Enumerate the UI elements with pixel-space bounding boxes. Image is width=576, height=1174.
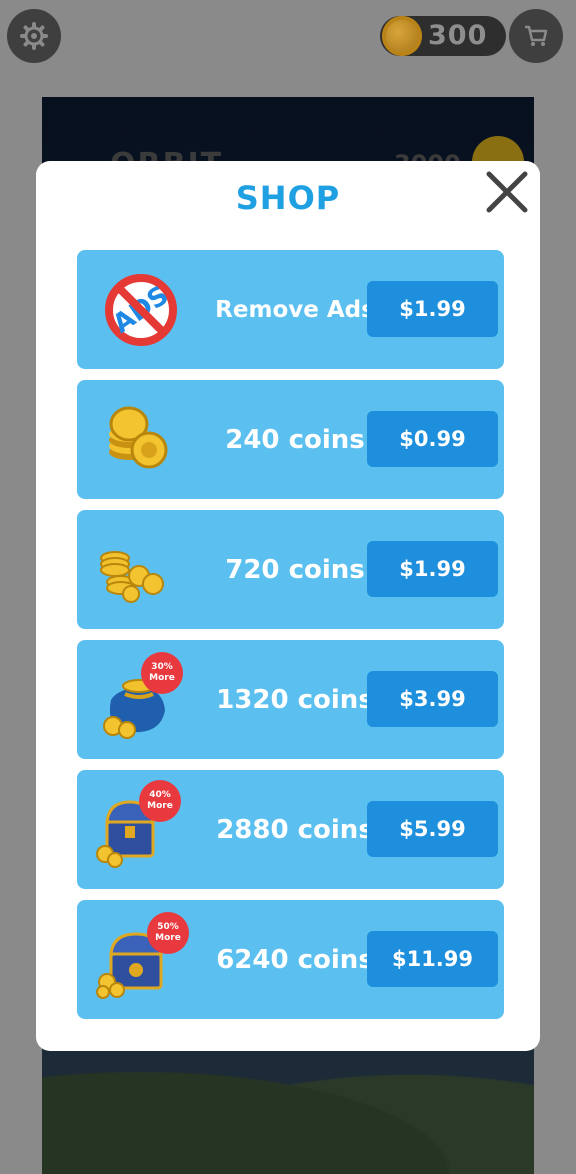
bonus-badge: 30% More xyxy=(141,652,183,694)
buy-button[interactable]: $1.99 xyxy=(367,281,498,337)
badge-more: More xyxy=(155,933,181,943)
close-button[interactable] xyxy=(482,167,532,217)
no-ads-icon: ADS xyxy=(105,274,177,346)
bonus-badge: 40% More xyxy=(139,780,181,822)
close-icon xyxy=(486,171,528,213)
shop-item-1320-coins[interactable]: 30% More 1320 coins $3.99 xyxy=(77,640,504,759)
shop-item-list: ADS Remove Ads $1.99 240 coins $0.99 xyxy=(77,250,504,1030)
coin-balance: 300 xyxy=(428,20,488,51)
coin-pile-icon xyxy=(100,551,164,603)
buy-button[interactable]: $0.99 xyxy=(367,411,498,467)
shop-item-remove-ads[interactable]: ADS Remove Ads $1.99 xyxy=(77,250,504,369)
shop-item-6240-coins[interactable]: 50% More 6240 coins $11.99 xyxy=(77,900,504,1019)
buy-button[interactable]: $3.99 xyxy=(367,671,498,727)
buy-button[interactable]: $5.99 xyxy=(367,801,498,857)
shop-item-2880-coins[interactable]: 40% More 2880 coins $5.99 xyxy=(77,770,504,889)
landscape-decoration xyxy=(42,1044,534,1174)
shop-item-720-coins[interactable]: 720 coins $1.99 xyxy=(77,510,504,629)
cart-icon xyxy=(525,25,548,46)
top-bar: 300 xyxy=(0,0,576,70)
badge-more: More xyxy=(147,801,173,811)
badge-more: More xyxy=(149,673,175,683)
shop-title: SHOP xyxy=(235,179,341,217)
coin-icon xyxy=(382,16,422,56)
bonus-badge: 50% More xyxy=(147,912,189,954)
cart-button[interactable] xyxy=(509,9,563,63)
settings-button[interactable] xyxy=(7,9,61,63)
gear-icon xyxy=(20,22,48,50)
badge-percent: 50% xyxy=(157,922,179,932)
buy-button[interactable]: $1.99 xyxy=(367,541,498,597)
badge-percent: 40% xyxy=(149,790,171,800)
shop-modal: SHOP ADS Remove Ads $1.99 xyxy=(36,161,540,1051)
coin-stack-small-icon xyxy=(109,406,168,469)
buy-button[interactable]: $11.99 xyxy=(367,931,498,987)
badge-percent: 30% xyxy=(151,662,173,672)
coin-balance-display: 300 xyxy=(380,16,506,56)
shop-item-240-coins[interactable]: 240 coins $0.99 xyxy=(77,380,504,499)
